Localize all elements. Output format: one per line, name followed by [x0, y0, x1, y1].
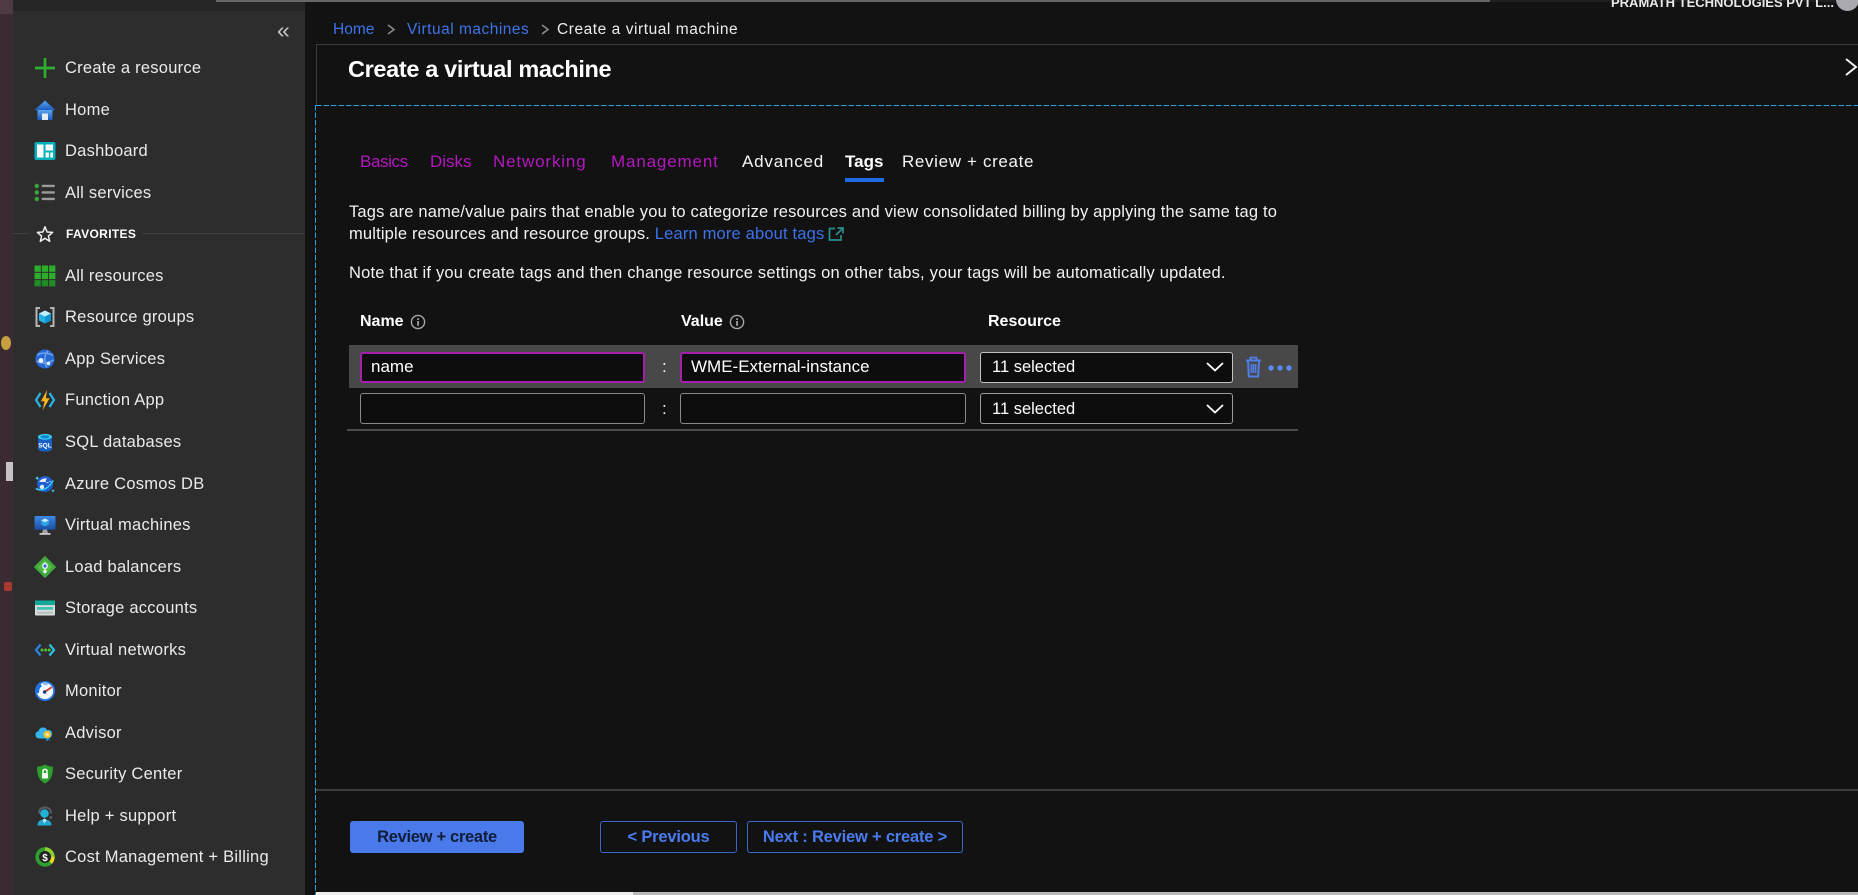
svg-text:SQL: SQL [38, 442, 51, 449]
svg-text:$: $ [42, 853, 48, 864]
